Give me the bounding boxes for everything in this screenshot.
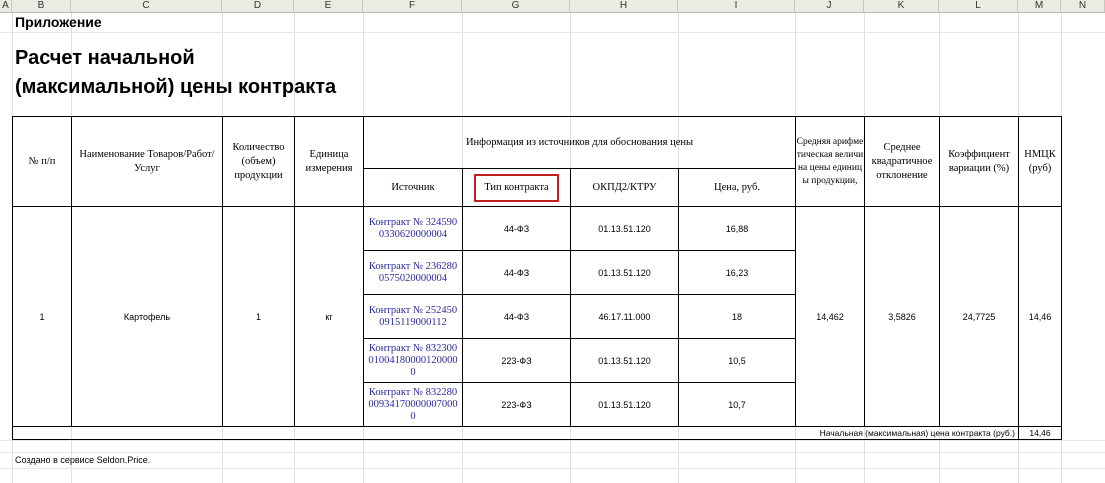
column-header-h[interactable]: H — [570, 0, 678, 13]
okpd-cell: 01.13.51.120 — [570, 338, 679, 383]
item-avg: 14,462 — [795, 206, 865, 427]
column-header-n[interactable]: N — [1061, 0, 1105, 13]
okpd-cell: 01.13.51.120 — [570, 250, 679, 295]
item-num: 1 — [12, 206, 72, 427]
column-header-l[interactable]: L — [939, 0, 1018, 13]
item-unit: кг — [294, 206, 364, 427]
okpd-cell: 01.13.51.120 — [570, 382, 679, 427]
column-header-f[interactable]: F — [363, 0, 462, 13]
contract-type-cell: 223-ФЗ — [462, 338, 571, 383]
total-label: Начальная (максимальная) цена контракта … — [12, 426, 1019, 440]
header-nmck: НМЦК (руб) — [1018, 116, 1062, 207]
price-cell: 16,23 — [678, 250, 796, 295]
item-variation: 24,7725 — [939, 206, 1019, 427]
price-cell: 10,7 — [678, 382, 796, 427]
column-header-d[interactable]: D — [222, 0, 294, 13]
item-name: Картофель — [71, 206, 223, 427]
header-price: Цена, руб. — [678, 168, 796, 207]
header-contract-type: Тип контракта — [474, 173, 559, 202]
header-stddev: Среднее квадратичное отклонение — [864, 116, 940, 207]
source-link[interactable]: Контракт № 832280009341700000070000 — [365, 387, 462, 423]
source-link[interactable]: Контракт № 2524500915119000112 — [365, 305, 462, 329]
header-okpd: ОКПД2/КТРУ — [570, 168, 679, 207]
column-header-e[interactable]: E — [294, 0, 363, 13]
column-header-c[interactable]: C — [71, 0, 222, 13]
okpd-cell: 46.17.11.000 — [570, 294, 679, 339]
price-cell: 16,88 — [678, 206, 796, 251]
column-header-j[interactable]: J — [795, 0, 864, 13]
contract-type-cell: 223-ФЗ — [462, 382, 571, 427]
column-header-g[interactable]: G — [462, 0, 570, 13]
okpd-cell: 01.13.51.120 — [570, 206, 679, 251]
header-num: № п/п — [12, 116, 72, 207]
source-link[interactable]: Контракт № 832300010041800001200000 — [365, 343, 462, 379]
item-nmck: 14,46 — [1018, 206, 1062, 427]
header-name: Наименование Товаров/Работ/Услуг — [71, 116, 223, 207]
source-cell: Контракт № 3245900330620000004 — [363, 206, 463, 251]
header-variation: Коэффициент вариации (%) — [939, 116, 1019, 207]
header-unit: Единица измерения — [294, 116, 364, 207]
price-cell: 18 — [678, 294, 796, 339]
column-header-a[interactable]: A — [0, 0, 12, 13]
contract-type-cell: 44-ФЗ — [462, 250, 571, 295]
item-stddev: 3,5826 — [864, 206, 940, 427]
contract-type-cell: 44-ФЗ — [462, 206, 571, 251]
contract-type-cell: 44-ФЗ — [462, 294, 571, 339]
item-qty: 1 — [222, 206, 295, 427]
header-info-sources: Информация из источников для обоснования… — [363, 116, 796, 169]
price-cell: 10,5 — [678, 338, 796, 383]
source-link[interactable]: Контракт № 3245900330620000004 — [365, 217, 462, 241]
column-header-k[interactable]: K — [864, 0, 939, 13]
source-cell: Контракт № 2362800575020000004 — [363, 250, 463, 295]
header-source: Источник — [363, 168, 463, 207]
source-cell: Контракт № 832280009341700000070000 — [363, 382, 463, 427]
total-value: 14,46 — [1018, 426, 1062, 440]
header-contract-type-cell[interactable]: Тип контракта — [462, 168, 571, 207]
footer-note: Создано в сервисе Seldon.Price. — [15, 455, 151, 465]
source-cell: Контракт № 2524500915119000112 — [363, 294, 463, 339]
source-link[interactable]: Контракт № 2362800575020000004 — [365, 261, 462, 285]
source-cell: Контракт № 832300010041800001200000 — [363, 338, 463, 383]
column-header-m[interactable]: M — [1018, 0, 1061, 13]
column-header-b[interactable]: B — [12, 0, 71, 13]
appendix-title: Приложение — [15, 14, 102, 30]
header-avg-price: Средняя арифметическая величина цены еди… — [795, 116, 865, 207]
price-calculation-table: № п/п Наименование Товаров/Работ/Услуг К… — [12, 116, 1062, 440]
column-header-i[interactable]: I — [678, 0, 795, 13]
page-title: Расчет начальной (максимальной) цены кон… — [15, 47, 337, 98]
header-qty: Количество (объем) продукции — [222, 116, 295, 207]
